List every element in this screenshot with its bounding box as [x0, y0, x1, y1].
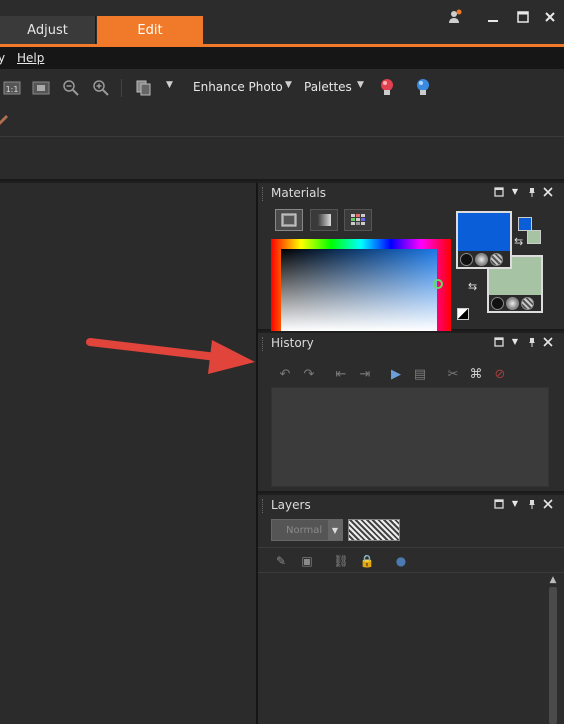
- menu-item-help[interactable]: Help: [17, 51, 44, 65]
- maximize-icon[interactable]: [514, 8, 532, 26]
- actual-size-icon[interactable]: 1:1: [2, 78, 22, 98]
- layers-palette: Layers ▼ Normal ▼ ✎ ▣ ⛓ 🔒 ● ▲: [258, 495, 564, 724]
- gradient-style-icon[interactable]: [475, 252, 488, 266]
- palette-grip[interactable]: [262, 499, 264, 513]
- solid-style-icon[interactable]: [491, 296, 504, 310]
- palette-pin-icon[interactable]: [526, 499, 538, 512]
- gradient-style-icon[interactable]: [506, 296, 519, 310]
- history-palette: History ▼ ↶ ↷ ⇤ ⇥ ▶ ▤ ✂ ⌘ ⊘: [258, 333, 564, 493]
- user-icon[interactable]: [446, 8, 464, 26]
- texture-style-icon[interactable]: [490, 252, 503, 266]
- palette-close-icon[interactable]: [542, 187, 554, 200]
- red-arrow-annotation: [86, 338, 255, 374]
- palettes-menu[interactable]: Palettes: [304, 80, 352, 94]
- solid-style-icon[interactable]: [460, 252, 473, 266]
- layer-tools-bar: ✎ ▣ ⛓ 🔒 ●: [258, 547, 564, 573]
- palette-grip[interactable]: [262, 337, 264, 351]
- materials-title: Materials: [271, 186, 327, 200]
- color-picker-field[interactable]: [281, 249, 437, 331]
- swatches-tab[interactable]: [344, 209, 372, 231]
- swap-materials-icon[interactable]: ⇆: [468, 280, 477, 293]
- redo-icon[interactable]: ↷: [300, 365, 318, 383]
- save-script-icon[interactable]: ▤: [411, 365, 429, 383]
- palette-maximize-icon[interactable]: [493, 337, 505, 350]
- menu-bar: y Help: [0, 47, 564, 69]
- reset-black-white-icon[interactable]: [457, 308, 469, 320]
- palette-maximize-icon[interactable]: [493, 499, 505, 512]
- materials-palette: Materials ▼ ⇆ ⇆: [258, 183, 564, 331]
- palette-pin-icon[interactable]: [526, 337, 538, 350]
- history-title: History: [271, 336, 314, 350]
- hue-marker-icon[interactable]: [433, 279, 443, 289]
- color-spectrum[interactable]: [271, 239, 451, 331]
- palette-pin-icon[interactable]: [526, 187, 538, 200]
- rainbow-tab[interactable]: [310, 209, 338, 231]
- undo-icon[interactable]: ↶: [276, 365, 294, 383]
- palette-grip[interactable]: [262, 187, 264, 201]
- blend-mode-value: Normal: [286, 524, 323, 536]
- toolbar-separator: [121, 79, 122, 97]
- palette-menu-caret[interactable]: ▼: [509, 499, 521, 508]
- scroll-up-icon[interactable]: ▲: [547, 575, 559, 587]
- palette-close-icon[interactable]: [542, 499, 554, 512]
- lock-icon[interactable]: 🔒: [358, 552, 376, 570]
- texture-style-icon[interactable]: [521, 296, 534, 310]
- palette-maximize-icon[interactable]: [493, 187, 505, 200]
- minimize-icon[interactable]: [484, 8, 502, 26]
- lightbulb-blue-icon[interactable]: [413, 77, 433, 97]
- scroll-thumb[interactable]: [549, 587, 557, 724]
- zoom-in-icon[interactable]: [91, 78, 111, 98]
- chevron-down-icon[interactable]: ▼: [328, 520, 342, 540]
- quickscript-icon[interactable]: ▶: [387, 365, 405, 383]
- menu-item-partial[interactable]: y: [0, 51, 5, 65]
- toolbar: 1:1 ▼ Enhance Photo ▼ Palettes ▼: [0, 69, 564, 137]
- palette-close-icon[interactable]: [542, 337, 554, 350]
- swap-colors-icon[interactable]: ⇆: [514, 235, 523, 248]
- svg-text:1:1: 1:1: [6, 85, 19, 94]
- palette-menu-caret[interactable]: ▼: [509, 337, 521, 346]
- small-background-swatch[interactable]: [527, 230, 541, 244]
- history-options-icon[interactable]: ⌘: [467, 365, 485, 383]
- blend-mode-select[interactable]: Normal ▼: [271, 519, 343, 541]
- copy-dropdown-caret[interactable]: ▼: [166, 80, 173, 90]
- enhance-photo-caret[interactable]: ▼: [285, 80, 292, 90]
- brush-tool-icon[interactable]: [0, 109, 12, 129]
- redo-all-icon[interactable]: ⇥: [356, 365, 374, 383]
- link-icon[interactable]: ⛓: [332, 552, 350, 570]
- layers-title: Layers: [271, 498, 311, 512]
- zoom-out-icon[interactable]: [61, 78, 81, 98]
- undo-all-icon[interactable]: ⇤: [332, 365, 350, 383]
- delete-history-icon[interactable]: ⊘: [491, 365, 509, 383]
- background-style-row: [489, 295, 541, 311]
- opacity-control[interactable]: [348, 519, 400, 541]
- frame-tab[interactable]: [275, 209, 303, 231]
- close-icon[interactable]: [541, 8, 559, 26]
- new-vector-layer-icon[interactable]: ▣: [298, 552, 316, 570]
- enhance-photo-menu[interactable]: Enhance Photo: [193, 80, 283, 94]
- lightbulb-red-icon[interactable]: [377, 77, 397, 97]
- tab-adjust[interactable]: Adjust: [0, 16, 96, 44]
- copy-icon[interactable]: [134, 78, 154, 98]
- fit-window-icon[interactable]: [31, 78, 51, 98]
- tab-edit[interactable]: Edit: [97, 16, 203, 44]
- palette-menu-caret[interactable]: ▼: [509, 187, 521, 196]
- top-tab-bar: Adjust Edit: [0, 0, 564, 44]
- history-list[interactable]: [271, 387, 549, 487]
- foreground-swatch[interactable]: [456, 211, 512, 269]
- layers-scrollbar[interactable]: ▲: [547, 575, 559, 724]
- palettes-caret[interactable]: ▼: [357, 80, 364, 90]
- image-workspace[interactable]: [0, 183, 256, 724]
- mask-icon[interactable]: ●: [392, 552, 410, 570]
- options-bar: [0, 137, 564, 181]
- small-foreground-swatch[interactable]: [518, 217, 532, 231]
- clear-history-icon[interactable]: ✂: [444, 365, 462, 383]
- foreground-style-row: [458, 251, 510, 267]
- new-raster-layer-icon[interactable]: ✎: [272, 552, 290, 570]
